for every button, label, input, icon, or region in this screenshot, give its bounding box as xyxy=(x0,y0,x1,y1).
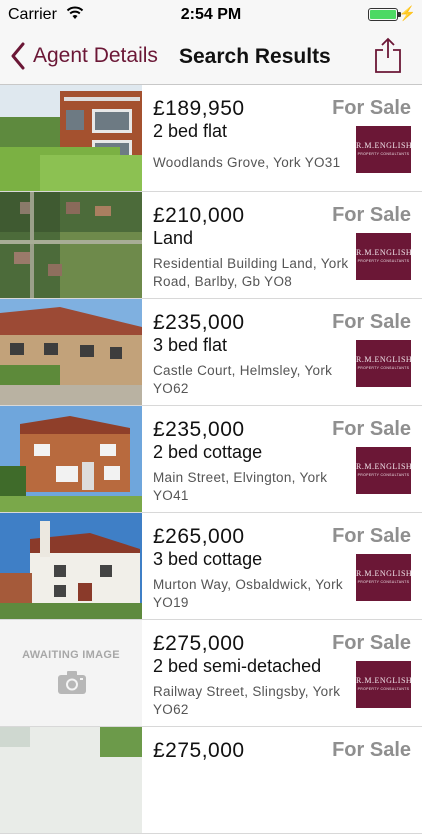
listing-row[interactable]: £210,000 Land Residential Building Land,… xyxy=(0,192,422,299)
listing-row[interactable]: £235,000 2 bed cottage Main Street, Elvi… xyxy=(0,406,422,513)
listing-price: £189,950 xyxy=(153,97,245,120)
listing-price: £235,000 xyxy=(153,418,245,441)
listing-address: Main Street, Elvington, York YO41 xyxy=(153,470,328,503)
listing-address: Railway Street, Slingsby, York YO62 xyxy=(153,684,341,717)
clock: 2:54 PM xyxy=(180,6,242,23)
listing-status: For Sale xyxy=(332,204,411,226)
property-photo xyxy=(0,299,142,405)
listing-row[interactable]: £189,950 2 bed flat Woodlands Grove, Yor… xyxy=(0,85,422,192)
listing-row[interactable]: £265,000 3 bed cottage Murton Way, Osbal… xyxy=(0,513,422,620)
battery-icon xyxy=(368,8,398,21)
chevron-left-icon xyxy=(11,42,25,70)
listing-address: Murton Way, Osbaldwick, York YO19 xyxy=(153,577,343,610)
listing-status: For Sale xyxy=(332,97,411,119)
listing-status: For Sale xyxy=(332,632,411,654)
property-photo xyxy=(0,513,142,619)
listing-type: Land xyxy=(153,228,194,248)
listing-row[interactable]: AWAITING IMAGE £275,000 2 bed semi-detac… xyxy=(0,620,422,727)
listing-type: 2 bed cottage xyxy=(153,442,263,462)
awaiting-image-label: AWAITING IMAGE xyxy=(22,649,120,661)
agent-logo: R.M.ENGLISH PROPERTY CONSULTANTS xyxy=(356,661,412,708)
property-photo xyxy=(0,406,142,512)
charging-bolt-icon: ⚡ xyxy=(398,5,416,21)
listing-address: Castle Court, Helmsley, York YO62 xyxy=(153,363,333,396)
listing-price: £235,000 xyxy=(153,311,245,334)
listing-price: £265,000 xyxy=(153,525,245,548)
share-icon[interactable] xyxy=(374,36,402,74)
listing-type: 3 bed flat xyxy=(153,335,228,355)
agent-logo: R.M.ENGLISH PROPERTY CONSULTANTS xyxy=(356,447,412,494)
agent-logo: R.M.ENGLISH PROPERTY CONSULTANTS xyxy=(356,340,412,387)
listing-price: £275,000 xyxy=(153,632,245,655)
search-results-list: £189,950 2 bed flat Woodlands Grove, Yor… xyxy=(0,85,422,834)
listing-address: Woodlands Grove, York YO31 xyxy=(153,155,341,170)
agent-logo: R.M.ENGLISH PROPERTY CONSULTANTS xyxy=(356,233,412,280)
listing-type: 3 bed cottage xyxy=(153,549,263,569)
listing-type: 2 bed semi-detached xyxy=(153,656,322,676)
property-photo xyxy=(0,192,142,298)
status-bar: Carrier 2:54 PM ⚡ xyxy=(0,0,422,30)
property-photo xyxy=(0,85,142,191)
listing-price: £210,000 xyxy=(153,204,245,227)
awaiting-image-placeholder: AWAITING IMAGE xyxy=(0,620,142,726)
back-button[interactable]: Agent Details xyxy=(10,40,158,72)
page-title: Search Results xyxy=(179,45,331,68)
listing-address: Residential Building Land, York Road, Ba… xyxy=(153,256,349,289)
camera-icon xyxy=(58,671,86,694)
listing-row[interactable]: £235,000 3 bed flat Castle Court, Helmsl… xyxy=(0,299,422,406)
listing-price: £275,000 xyxy=(153,739,245,762)
back-button-label: Agent Details xyxy=(33,44,158,67)
navigation-bar: Agent Details Search Results xyxy=(0,30,422,85)
property-photo xyxy=(0,727,142,833)
listing-status: For Sale xyxy=(332,311,411,333)
listing-status: For Sale xyxy=(332,525,411,547)
agent-logo: R.M.ENGLISH PROPERTY CONSULTANTS xyxy=(356,554,412,601)
listing-type: 2 bed flat xyxy=(153,121,228,141)
listing-status: For Sale xyxy=(332,739,411,761)
listing-row[interactable]: £275,000 For Sale xyxy=(0,727,422,834)
listing-status: For Sale xyxy=(332,418,411,440)
agent-logo: R.M.ENGLISH PROPERTY CONSULTANTS xyxy=(356,126,412,173)
